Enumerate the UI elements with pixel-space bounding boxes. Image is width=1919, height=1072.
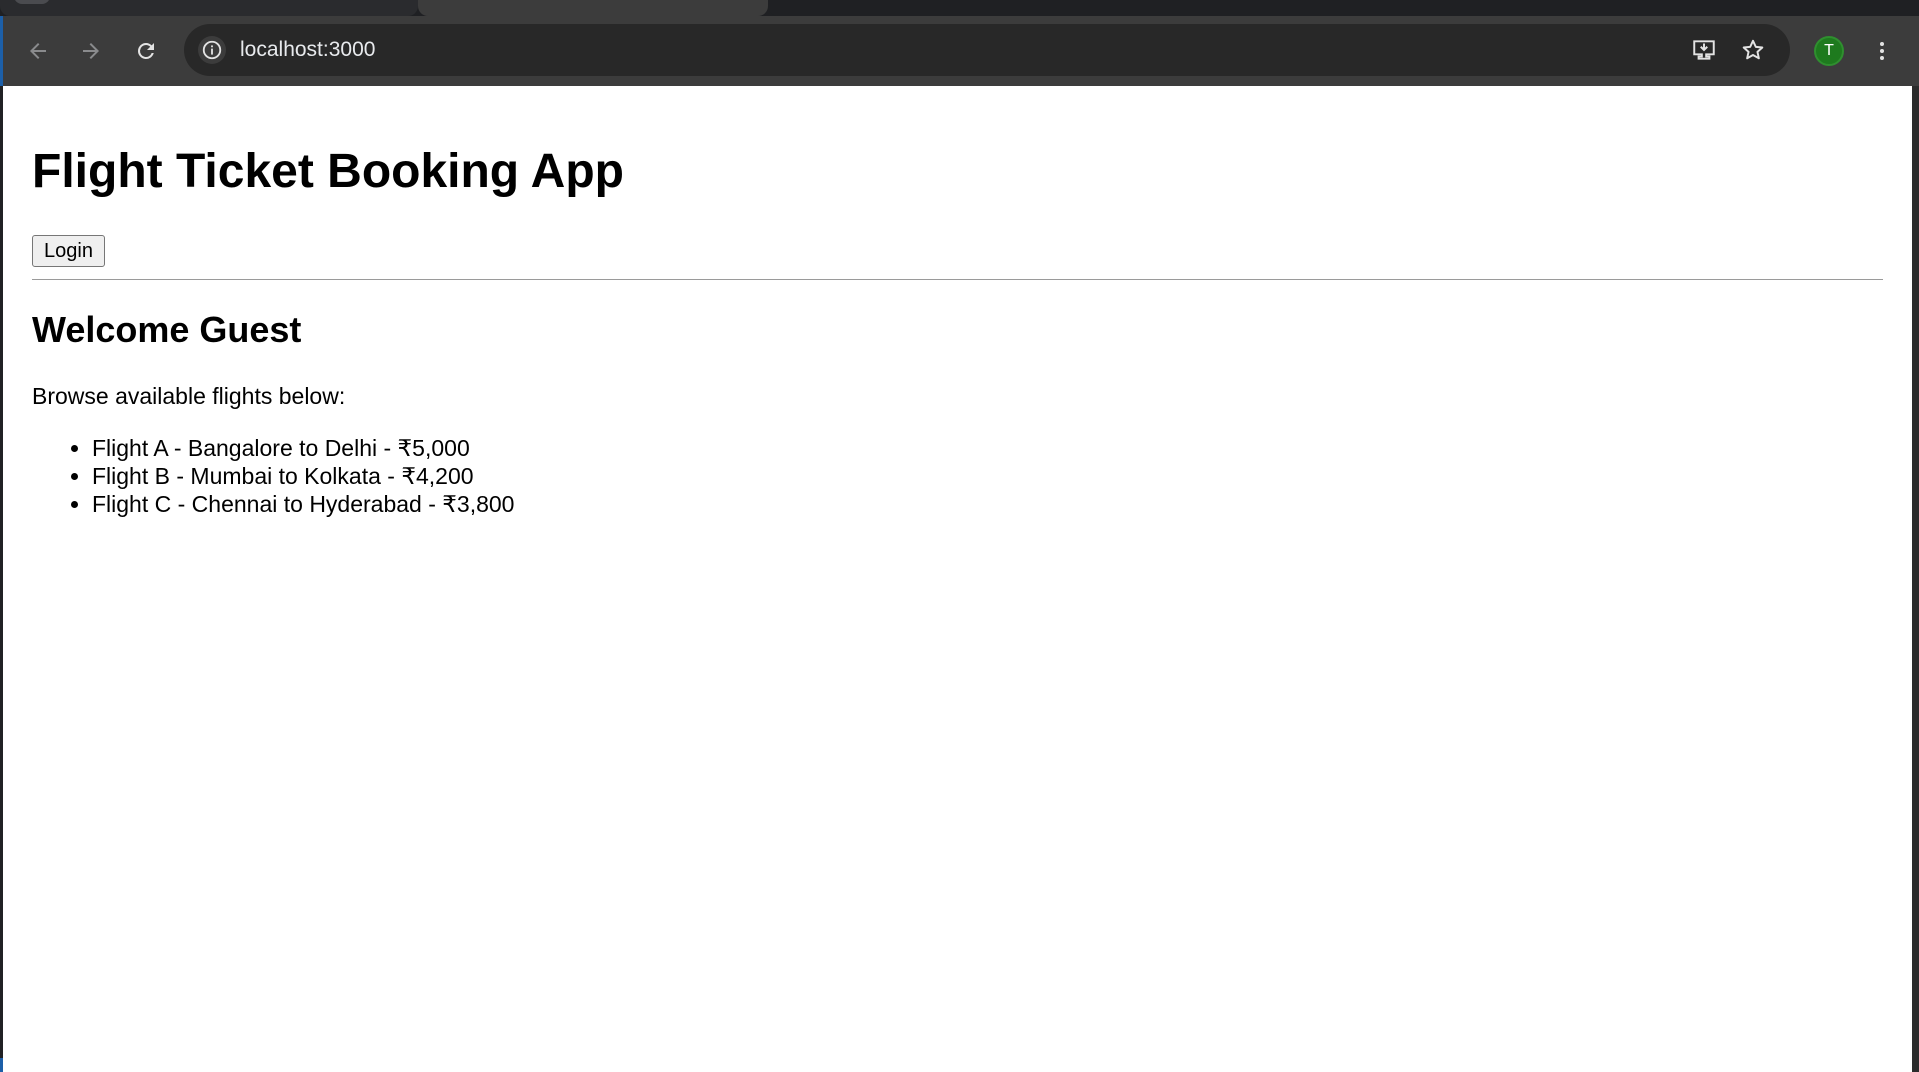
flight-list-item: Flight B - Mumbai to Kolkata - ₹4,200 bbox=[92, 462, 514, 490]
intro-text: Browse available flights below: bbox=[32, 383, 346, 409]
tab-active[interactable] bbox=[418, 0, 768, 16]
bookmark-button[interactable] bbox=[1739, 36, 1767, 64]
reload-icon bbox=[138, 43, 154, 59]
browser-window: localhost:3000 T Flight Ticket Booking A… bbox=[0, 0, 1919, 1072]
tab-favicon bbox=[14, 0, 50, 4]
browser-toolbar: localhost:3000 T bbox=[0, 16, 1919, 86]
kebab-menu-icon bbox=[1880, 42, 1884, 60]
browser-menu-button[interactable] bbox=[1867, 36, 1897, 66]
install-app-button[interactable] bbox=[1690, 36, 1718, 64]
forward-button[interactable] bbox=[73, 33, 109, 69]
page-viewport: Flight Ticket Booking App Login Welcome … bbox=[3, 86, 1912, 1072]
install-app-icon bbox=[1693, 40, 1715, 60]
flight-list: Flight A - Bangalore to Delhi - ₹5,000 F… bbox=[32, 434, 514, 518]
page-title: Flight Ticket Booking App bbox=[32, 145, 624, 198]
welcome-heading: Welcome Guest bbox=[32, 309, 302, 350]
info-icon bbox=[202, 40, 222, 60]
star-icon bbox=[1742, 39, 1764, 60]
site-info-button[interactable] bbox=[198, 36, 226, 64]
tab-inactive-right[interactable] bbox=[768, 0, 1919, 16]
login-button[interactable]: Login bbox=[32, 235, 105, 267]
back-button[interactable] bbox=[20, 33, 56, 69]
tab-strip bbox=[0, 0, 1919, 16]
reload-button[interactable] bbox=[128, 33, 164, 69]
arrow-right-icon bbox=[83, 43, 99, 59]
address-bar[interactable]: localhost:3000 bbox=[184, 24, 1790, 76]
flight-list-item: Flight A - Bangalore to Delhi - ₹5,000 bbox=[92, 434, 514, 462]
profile-avatar[interactable]: T bbox=[1814, 36, 1844, 66]
url-text[interactable]: localhost:3000 bbox=[240, 37, 375, 63]
divider bbox=[32, 279, 1883, 280]
window-accent bbox=[0, 1058, 3, 1072]
window-edge bbox=[1912, 86, 1919, 1072]
arrow-left-icon bbox=[30, 43, 46, 59]
flight-list-item: Flight C - Chennai to Hyderabad - ₹3,800 bbox=[92, 490, 514, 518]
tab-inactive-left[interactable] bbox=[0, 0, 418, 16]
